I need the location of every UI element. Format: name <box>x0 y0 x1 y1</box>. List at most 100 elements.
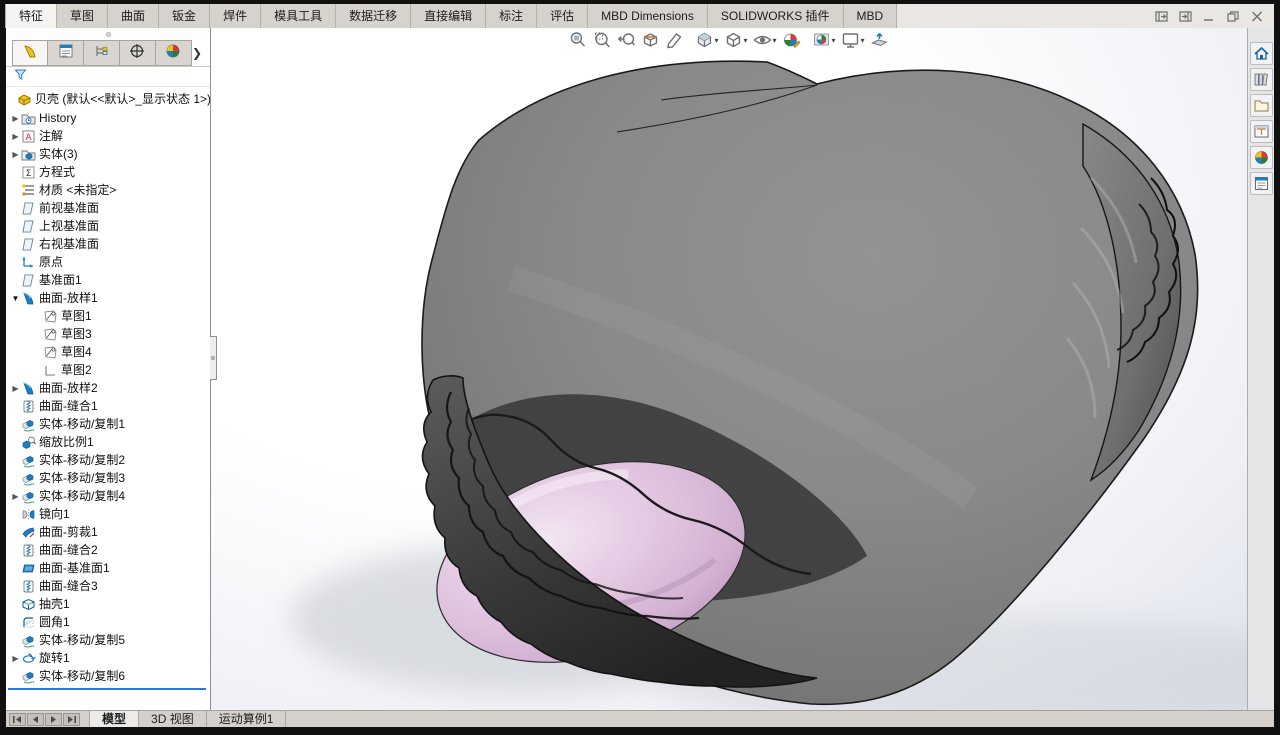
dropdown-arrow-icon[interactable]: ▾ <box>772 36 776 45</box>
tree-item[interactable]: ▶旋转1 <box>6 649 210 667</box>
rollback-bar[interactable] <box>8 688 206 690</box>
expand-arrow[interactable]: ▶ <box>10 132 21 141</box>
ribbon-tab-MBD Dimensions[interactable]: MBD Dimensions <box>588 4 708 28</box>
dimxpertmanager-tab[interactable] <box>120 40 156 66</box>
tree-item[interactable]: 实体-移动/复制6 <box>6 667 210 685</box>
tree-item[interactable]: ▶A注解 <box>6 127 210 145</box>
tree-item[interactable]: 镜向1 <box>6 505 210 523</box>
ribbon-tab-SOLIDWORKS 插件[interactable]: SOLIDWORKS 插件 <box>708 4 844 28</box>
dropdown-arrow-icon[interactable]: ▾ <box>832 36 836 45</box>
expand-arrow[interactable]: ▶ <box>10 654 21 663</box>
appearances-icon[interactable] <box>1250 146 1273 169</box>
dock-right-icon[interactable] <box>1178 10 1192 22</box>
displaymanager-tab[interactable] <box>156 40 192 66</box>
edit-appearance-icon[interactable] <box>780 29 804 51</box>
tree-item[interactable]: ▶History <box>6 109 210 127</box>
tree-item[interactable]: ▶曲面-放样2 <box>6 379 210 397</box>
expand-arrow[interactable]: ▼ <box>10 294 21 303</box>
apply-scene-icon[interactable]: ▾ <box>810 29 839 51</box>
document-tab-运动算例1[interactable]: 运动算例1 <box>207 711 287 727</box>
tree-item[interactable]: 实体-移动/复制2 <box>6 451 210 469</box>
restore-icon[interactable] <box>1226 10 1240 22</box>
view-palette-icon[interactable] <box>1250 120 1273 143</box>
next-tab-button[interactable] <box>45 713 62 726</box>
file-explorer-icon[interactable] <box>1250 94 1273 117</box>
tree-item[interactable]: 抽壳1 <box>6 595 210 613</box>
view-orientation-icon[interactable]: ▾ <box>692 29 721 51</box>
tree-item[interactable]: 右视基准面 <box>6 235 210 253</box>
manager-tabs-expand-button[interactable]: ❯ <box>192 40 210 66</box>
close-icon[interactable] <box>1250 10 1264 22</box>
expand-arrow[interactable]: ▶ <box>10 114 21 123</box>
tree-item[interactable]: ▶实体-移动/复制4 <box>6 487 210 505</box>
tree-item[interactable]: 圆角1 <box>6 613 210 631</box>
document-tab-模型[interactable]: 模型 <box>89 711 139 727</box>
filter-icon[interactable] <box>14 68 27 86</box>
custom-properties-icon[interactable] <box>1250 172 1273 195</box>
instant3d-icon[interactable] <box>868 29 892 51</box>
expand-arrow[interactable]: ▶ <box>10 492 21 501</box>
hide-show-items-icon[interactable]: ▾ <box>750 29 779 51</box>
expand-arrow[interactable]: ▶ <box>10 384 21 393</box>
ribbon-tab-焊件[interactable]: 焊件 <box>210 4 261 28</box>
ribbon-tab-模具工具[interactable]: 模具工具 <box>261 4 336 28</box>
tree-item[interactable]: 材质 <未指定> <box>6 181 210 199</box>
design-library-icon[interactable] <box>1250 68 1273 91</box>
zoom-to-area-icon[interactable] <box>590 29 614 51</box>
configurationmanager-tab[interactable] <box>84 40 120 66</box>
ribbon-tab-曲面[interactable]: 曲面 <box>108 4 159 28</box>
ribbon-tab-草图[interactable]: 草图 <box>57 4 108 28</box>
minimize-icon[interactable] <box>1202 10 1216 22</box>
tree-item[interactable]: 前视基准面 <box>6 199 210 217</box>
tree-item[interactable]: 曲面-缝合2 <box>6 541 210 559</box>
tree-item[interactable]: ▼曲面-放样1 <box>6 289 210 307</box>
tree-item[interactable]: 原点 <box>6 253 210 271</box>
ribbon-tab-MBD[interactable]: MBD <box>844 4 898 28</box>
previous-view-icon[interactable] <box>614 29 638 51</box>
ribbon-tab-数据迁移[interactable]: 数据迁移 <box>336 4 411 28</box>
ribbon-tab-标注[interactable]: 标注 <box>486 4 537 28</box>
tree-item[interactable]: 实体-移动/复制5 <box>6 631 210 649</box>
tree-filter-row[interactable] <box>6 67 210 87</box>
tree-item[interactable]: 曲面-缝合3 <box>6 577 210 595</box>
home-icon[interactable] <box>1250 42 1273 65</box>
panel-top-splitter[interactable] <box>6 28 210 40</box>
display-style-icon[interactable]: ▾ <box>721 29 750 51</box>
dropdown-arrow-icon[interactable]: ▾ <box>861 36 865 45</box>
zoom-to-fit-icon[interactable] <box>566 29 590 51</box>
tree-item[interactable]: 草图2 <box>6 361 210 379</box>
document-tab-3D 视图[interactable]: 3D 视图 <box>139 711 207 727</box>
tree-item[interactable]: 上视基准面 <box>6 217 210 235</box>
dynamic-annotation-icon[interactable] <box>662 29 686 51</box>
graphics-viewport[interactable]: ▾ ▾ ▾ ▾ ▾ <box>211 28 1247 710</box>
propertymanager-tab[interactable] <box>48 40 84 66</box>
ribbon-tab-直接编辑[interactable]: 直接编辑 <box>411 4 486 28</box>
ribbon-tab-特征[interactable]: 特征 <box>5 4 57 28</box>
ribbon-tab-评估[interactable]: 评估 <box>537 4 588 28</box>
first-tab-button[interactable] <box>9 713 26 726</box>
section-view-icon[interactable] <box>638 29 662 51</box>
tree-item[interactable]: 草图1 <box>6 307 210 325</box>
dropdown-arrow-icon[interactable]: ▾ <box>714 36 718 45</box>
dropdown-arrow-icon[interactable]: ▾ <box>743 36 747 45</box>
last-tab-button[interactable] <box>63 713 80 726</box>
tree-item[interactable]: 曲面-缝合1 <box>6 397 210 415</box>
tree-item[interactable]: 草图4 <box>6 343 210 361</box>
view-settings-icon[interactable]: ▾ <box>839 29 868 51</box>
featuremanager-tab[interactable] <box>12 40 48 66</box>
ribbon-tab-钣金[interactable]: 钣金 <box>159 4 210 28</box>
tree-item[interactable]: 实体-移动/复制3 <box>6 469 210 487</box>
tree-item[interactable]: 曲面-剪裁1 <box>6 523 210 541</box>
tree-item[interactable]: 草图3 <box>6 325 210 343</box>
expand-arrow[interactable]: ▶ <box>10 150 21 159</box>
tree-item[interactable]: Σ方程式 <box>6 163 210 181</box>
prev-tab-button[interactable] <box>27 713 44 726</box>
panel-splitter-handle[interactable] <box>210 336 217 380</box>
tree-item[interactable]: 缩放比例1 <box>6 433 210 451</box>
tree-item[interactable]: 曲面-基准面1 <box>6 559 210 577</box>
dock-left-icon[interactable] <box>1154 10 1168 22</box>
tree-item[interactable]: ▶实体(3) <box>6 145 210 163</box>
tree-root-item[interactable]: 贝壳 (默认<<默认>_显示状态 1>) <box>6 89 210 109</box>
tree-item[interactable]: 基准面1 <box>6 271 210 289</box>
tree-item[interactable]: 实体-移动/复制1 <box>6 415 210 433</box>
